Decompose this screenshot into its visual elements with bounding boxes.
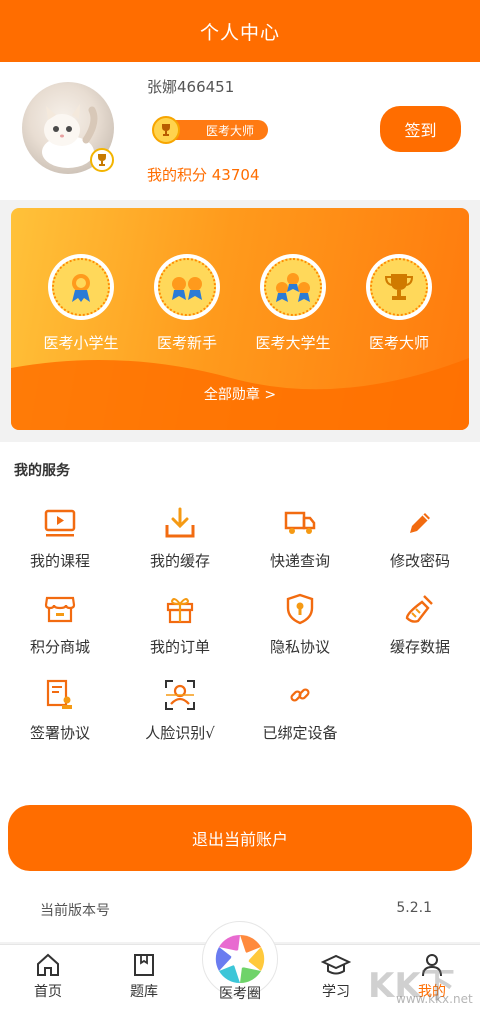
gift-icon <box>163 592 197 626</box>
service-item-face-recognition[interactable]: 人脸识别√ <box>120 678 240 743</box>
service-label: 我的缓存 <box>149 552 210 570</box>
badge-label: 医考新手 <box>156 334 217 352</box>
badge-item[interactable]: 医考新手 <box>132 254 242 353</box>
pencil-icon <box>403 506 437 540</box>
tab-label: 首页 <box>34 984 62 1000</box>
watermark: KK下载 www.kkx.net <box>368 958 478 1012</box>
home-icon <box>37 953 59 976</box>
graduation-cap-icon <box>321 954 351 975</box>
services-section: 我的服务 我的课程 我的缓存 快递查询 修改密码 积分商城 我的订单 隐私协议 … <box>0 442 480 792</box>
trophy-icon <box>370 258 428 316</box>
badge-label: 医考大师 <box>368 334 429 352</box>
checkin-button[interactable]: 签到 <box>380 106 461 152</box>
service-item-points-mall[interactable]: 积分商城 <box>0 592 120 657</box>
service-item-course[interactable]: 我的课程 <box>0 506 120 571</box>
badge-item[interactable]: 医考小学生 <box>26 254 136 353</box>
tab-study[interactable]: 学习 <box>296 953 376 1001</box>
version-value: 5.2.1 <box>396 900 432 916</box>
section-title: 我的服务 <box>14 463 70 479</box>
truck-icon <box>283 506 317 540</box>
book-icon <box>134 954 154 976</box>
page-title: 个人中心 <box>199 21 280 44</box>
tab-label: 学习 <box>322 984 350 1000</box>
service-item-express[interactable]: 快递查询 <box>240 506 360 571</box>
badge-label: 医考大学生 <box>255 334 331 352</box>
service-label: 已绑定设备 <box>262 724 338 742</box>
ribbon-medal-icon <box>52 258 110 316</box>
profile-section: 张娜466451 医考大师 我的积分 43704 签到 <box>0 62 480 200</box>
badge-item[interactable]: 医考大学生 <box>238 254 348 353</box>
all-badges-link[interactable]: 全部勋章 > <box>11 384 469 404</box>
service-item-cache[interactable]: 我的缓存 <box>120 506 240 571</box>
badge-item[interactable]: 医考大师 <box>344 254 454 353</box>
avatar-medal-icon <box>90 148 114 172</box>
watermark-url: www.kkx.net <box>396 992 473 1006</box>
face-scan-icon <box>163 678 197 712</box>
account-section: 退出当前账户 当前版本号 5.2.1 <box>0 792 480 942</box>
tab-label: 题库 <box>130 984 158 1000</box>
tab-label: 医考圈 <box>219 986 261 1002</box>
service-label: 积分商城 <box>29 638 90 656</box>
download-icon <box>163 506 197 540</box>
service-label: 人脸识别√ <box>145 724 215 742</box>
trophy-icon <box>152 116 180 144</box>
service-item-bound-devices[interactable]: 已绑定设备 <box>240 678 360 743</box>
broom-icon <box>403 592 437 626</box>
store-icon <box>43 592 77 626</box>
badge-card[interactable]: 医考小学生 医考新手 医考大学生 医考大师 全部勋章 > <box>11 208 469 430</box>
points-text: 我的积分 43704 <box>147 166 260 184</box>
username: 张娜466451 <box>147 78 235 96</box>
service-label: 我的课程 <box>29 552 90 570</box>
tab-question-bank[interactable]: 题库 <box>104 953 184 1001</box>
service-item-privacy[interactable]: 隐私协议 <box>240 592 360 657</box>
service-item-orders[interactable]: 我的订单 <box>120 592 240 657</box>
aperture-icon <box>214 933 266 985</box>
service-label: 签署协议 <box>29 724 90 742</box>
top-header: 个人中心 <box>0 0 480 62</box>
logout-button[interactable]: 退出当前账户 <box>8 805 472 871</box>
shield-lock-icon <box>283 592 317 626</box>
level-label: 医考大师 <box>205 123 254 138</box>
service-label: 隐私协议 <box>269 638 330 656</box>
document-stamp-icon <box>43 678 77 712</box>
triple-ribbon-medal-icon <box>264 258 322 316</box>
service-label: 缓存数据 <box>389 638 450 656</box>
service-item-cache-data[interactable]: 缓存数据 <box>360 592 480 657</box>
link-icon <box>283 678 317 712</box>
double-ribbon-medal-icon <box>158 258 216 316</box>
video-course-icon <box>43 506 77 540</box>
level-badge: 医考大师 <box>152 116 268 144</box>
service-item-password[interactable]: 修改密码 <box>360 506 480 571</box>
tab-home[interactable]: 首页 <box>8 953 88 1001</box>
service-label: 我的订单 <box>149 638 210 656</box>
version-label: 当前版本号 <box>40 903 110 919</box>
service-label: 修改密码 <box>389 552 450 570</box>
service-label: 快递查询 <box>269 552 330 570</box>
badge-label: 医考小学生 <box>43 334 119 352</box>
service-item-sign-agreement[interactable]: 签署协议 <box>0 678 120 743</box>
